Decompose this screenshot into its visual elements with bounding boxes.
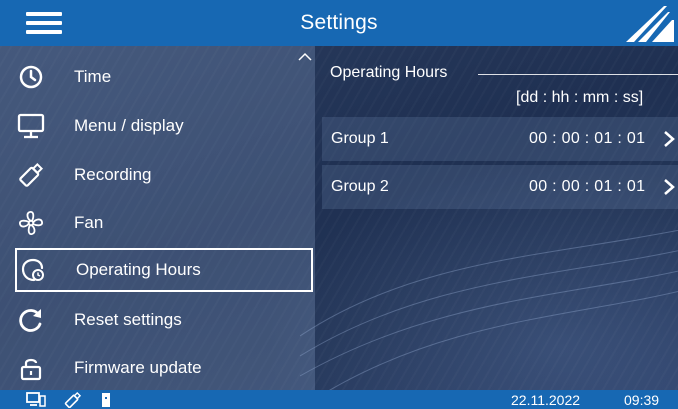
lock-icon [17, 354, 45, 382]
group-row-1[interactable]: Group 1 00 : 00 : 01 : 01 [322, 117, 678, 161]
monitor-icon [17, 112, 45, 140]
sidebar-item-firmware-update[interactable]: Firmware update [15, 346, 313, 390]
fan-icon [17, 209, 45, 237]
sidebar-item-label: Time [74, 67, 112, 86]
sidebar-item-label: Recording [74, 165, 152, 184]
units-label: [dd : hh : mm : ss] [516, 89, 644, 106]
group-name: Group 1 [331, 130, 389, 147]
page-title: Settings [300, 11, 378, 34]
sidebar-item-reset-settings[interactable]: Reset settings [15, 298, 313, 342]
group-hours-value: 00 : 00 : 01 : 01 [529, 178, 646, 195]
group-row-2[interactable]: Group 2 00 : 00 : 01 : 01 [322, 165, 678, 209]
sidebar-item-fan[interactable]: Fan [15, 201, 313, 245]
reset-icon [17, 306, 45, 334]
main-area: Time Menu / display Recording Fan Operat… [0, 46, 678, 390]
clock-icon [17, 63, 45, 91]
operating-hours-icon [19, 256, 47, 284]
group-hours-value: 00 : 00 : 01 : 01 [529, 130, 646, 147]
hamburger-menu-icon[interactable] [26, 12, 62, 34]
usb-stick-icon [64, 391, 82, 408]
pc-connection-icon [26, 392, 46, 407]
panel-title: Operating Hours [330, 64, 448, 81]
sidebar-item-menu-display[interactable]: Menu / display [15, 104, 313, 148]
sidebar-item-recording[interactable]: Recording [15, 153, 313, 197]
sidebar-item-label: Operating Hours [76, 260, 201, 279]
background-swoosh [300, 229, 678, 390]
chevron-right-icon [664, 131, 675, 147]
brand-logo-icon [626, 6, 674, 42]
status-bar: 22.11.2022 09:39 [0, 390, 678, 409]
sidebar-item-label: Firmware update [74, 358, 202, 377]
title-bar: Settings [0, 0, 678, 46]
settings-sidebar: Time Menu / display Recording Fan Operat… [0, 46, 315, 390]
sidebar-item-label: Menu / display [74, 116, 184, 135]
sidebar-item-label: Reset settings [74, 310, 182, 329]
sd-card-icon [102, 393, 110, 407]
usb-stick-icon [17, 161, 45, 189]
group-name: Group 2 [331, 178, 389, 195]
sidebar-item-time[interactable]: Time [15, 55, 313, 99]
chevron-right-icon [664, 179, 675, 195]
status-time: 09:39 [624, 392, 660, 408]
panel-divider [478, 74, 678, 75]
status-date: 22.11.2022 [511, 392, 581, 408]
sidebar-item-label: Fan [74, 213, 104, 232]
sidebar-item-operating-hours[interactable]: Operating Hours [15, 248, 313, 292]
